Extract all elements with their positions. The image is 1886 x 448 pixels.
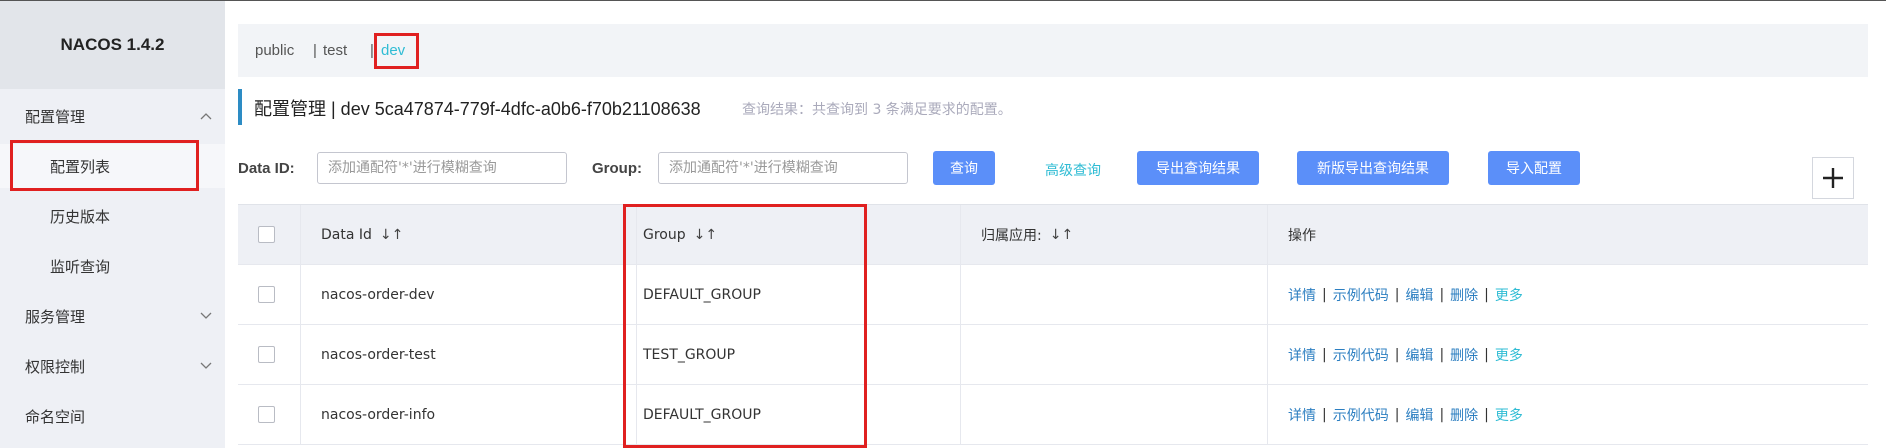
data-id-cell: nacos-order-info [321,406,436,423]
column-header-label: 操作 [1288,227,1316,244]
group-input[interactable] [658,152,908,184]
group-cell: DEFAULT_GROUP [643,406,761,423]
table-row: nacos-order-info DEFAULT_GROUP 详情 | 示例代码 |… [238,385,1868,445]
page-header: 配置管理 | dev 5ca47874-779f-4dfc-a0b6-f70b2… [238,89,1012,125]
namespace-test[interactable]: test [323,42,347,59]
group-label: Group: [592,160,642,177]
data-id-cell: nacos-order-test [321,346,436,363]
data-id-label: Data ID: [238,160,295,177]
column-header-label: Group [643,226,686,243]
app-logo: NACOS 1.4.2 [0,1,225,89]
new-export-button[interactable]: 新版导出查询结果 [1297,151,1449,185]
sidebar-item-label: 命名空间 [25,407,86,426]
sidebar-item-label: 服务管理 [25,307,86,326]
plus-icon [1823,168,1843,188]
sort-icon[interactable]: ↓↑ [694,227,717,243]
select-all-checkbox-cell [258,205,275,264]
chevron-down-icon [200,309,212,323]
add-config-button[interactable] [1812,157,1854,199]
more-link[interactable]: 更多 [1495,285,1523,305]
import-button[interactable]: 导入配置 [1488,151,1580,185]
sample-code-link[interactable]: 示例代码 [1333,285,1389,305]
sidebar-item-access-control[interactable]: 权限控制 [0,344,225,388]
detail-link[interactable]: 详情 [1288,345,1316,365]
delete-link[interactable]: 删除 [1450,285,1478,305]
sidebar-item-label: 历史版本 [50,207,111,226]
table-header-row: Data Id ↓↑ Group ↓↑ 归属应用: ↓↑ 操作 [238,204,1868,265]
row-checkbox[interactable] [258,346,275,363]
query-result-hint: 查询结果：共查询到 3 条满足要求的配置。 [742,102,1012,118]
column-header-group[interactable]: Group ↓↑ [643,205,717,264]
group-cell: DEFAULT_GROUP [643,286,761,303]
sidebar-item-label: 配置列表 [50,157,111,176]
namespace-separator: | [370,42,374,59]
data-id-cell: nacos-order-dev [321,286,435,303]
sidebar-item-config-management[interactable]: 配置管理 [0,94,225,138]
namespace-bar: public | test | dev [238,24,1868,77]
advanced-query-link[interactable]: 高级查询 [1045,160,1101,180]
delete-link[interactable]: 删除 [1450,345,1478,365]
sort-icon[interactable]: ↓↑ [1050,227,1073,243]
column-header-app[interactable]: 归属应用: ↓↑ [981,205,1073,264]
ops-cell: 详情 | 示例代码 | 编辑 | 删除 | 更多 [1288,285,1523,305]
sidebar-item-service-management[interactable]: 服务管理 [0,294,225,338]
sort-icon[interactable]: ↓↑ [380,227,403,243]
group-cell: TEST_GROUP [643,346,736,363]
page-title: 配置管理 | dev 5ca47874-779f-4dfc-a0b6-f70b2… [254,99,701,119]
data-id-input[interactable] [317,152,567,184]
row-checkbox[interactable] [258,406,275,423]
edit-link[interactable]: 编辑 [1405,405,1433,425]
edit-link[interactable]: 编辑 [1405,345,1433,365]
namespace-public[interactable]: public [255,42,294,59]
main-content: public | test | dev 配置管理 | dev 5ca47874-… [225,1,1886,448]
export-button[interactable]: 导出查询结果 [1137,151,1259,185]
sample-code-link[interactable]: 示例代码 [1333,405,1389,425]
sidebar-item-listener-query[interactable]: 监听查询 [0,244,225,288]
namespace-separator: | [313,42,317,59]
chevron-up-icon [200,109,212,123]
sidebar: NACOS 1.4.2 配置管理 配置列表 历史版本 监听查询 服务管理 权限控… [0,1,225,448]
table-row: nacos-order-test TEST_GROUP 详情 | 示例代码 | 编辑… [238,325,1868,385]
more-link[interactable]: 更多 [1495,405,1523,425]
more-link[interactable]: 更多 [1495,345,1523,365]
detail-link[interactable]: 详情 [1288,405,1316,425]
select-all-checkbox[interactable] [258,226,275,243]
delete-link[interactable]: 删除 [1450,405,1478,425]
column-header-label: 归属应用: [981,227,1042,244]
ops-cell: 详情 | 示例代码 | 编辑 | 删除 | 更多 [1288,345,1523,365]
sidebar-item-history[interactable]: 历史版本 [0,194,225,238]
sidebar-item-label: 配置管理 [25,107,86,126]
namespace-dev[interactable]: dev [381,42,405,59]
sidebar-item-config-list[interactable]: 配置列表 [0,144,225,188]
config-table: Data Id ↓↑ Group ↓↑ 归属应用: ↓↑ 操作 nacos-or… [238,204,1868,445]
query-button[interactable]: 查询 [933,151,995,185]
sidebar-item-label: 权限控制 [25,357,86,376]
column-header-label: Data Id [321,226,372,243]
ops-cell: 详情 | 示例代码 | 编辑 | 删除 | 更多 [1288,405,1523,425]
sidebar-item-namespace[interactable]: 命名空间 [0,394,225,438]
row-checkbox[interactable] [258,286,275,303]
table-row: nacos-order-dev DEFAULT_GROUP 详情 | 示例代码 | … [238,265,1868,325]
sidebar-item-label: 监听查询 [50,257,111,276]
edit-link[interactable]: 编辑 [1405,285,1433,305]
detail-link[interactable]: 详情 [1288,285,1316,305]
column-header-ops: 操作 [1288,205,1316,264]
column-header-data-id[interactable]: Data Id ↓↑ [321,205,403,264]
sample-code-link[interactable]: 示例代码 [1333,345,1389,365]
chevron-down-icon [200,359,212,373]
